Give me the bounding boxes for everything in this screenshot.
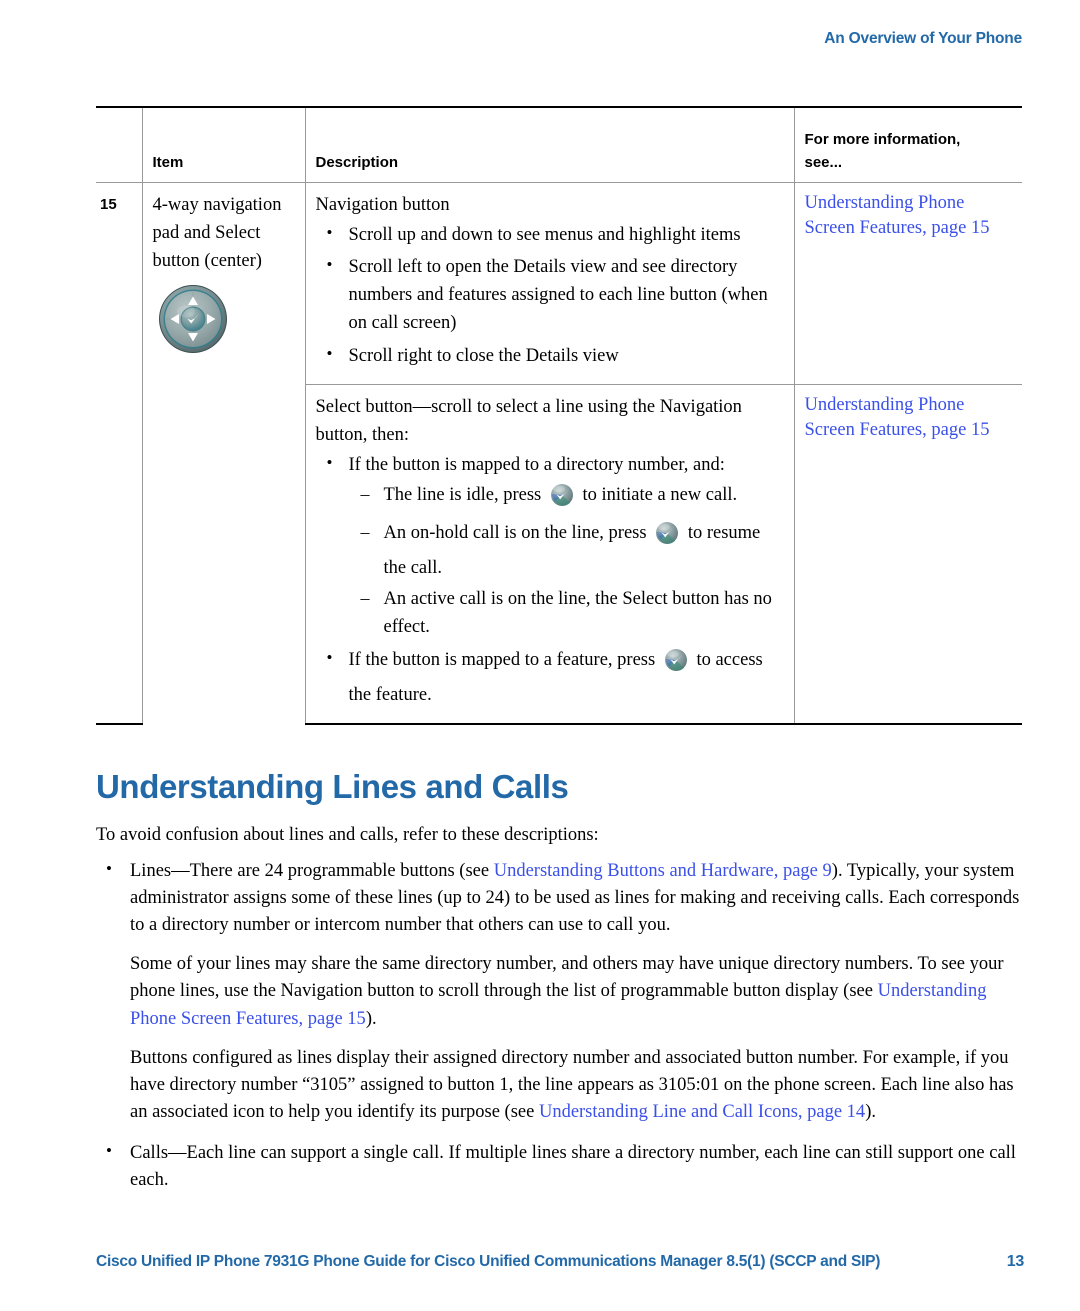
list-item: Calls—Each line can support a single cal… bbox=[96, 1139, 1026, 1194]
paragraph: Calls—Each line can support a single cal… bbox=[130, 1140, 1026, 1194]
select-button-icon bbox=[664, 648, 688, 681]
cross-reference-link[interactable]: Understanding Phone Screen Features, pag… bbox=[805, 393, 1011, 443]
column-header-more-information: For more information, see... bbox=[793, 106, 1022, 183]
running-header: An Overview of Your Phone bbox=[824, 30, 1022, 47]
list-item: An on-hold call is on the line, press bbox=[349, 519, 782, 582]
text-run: ). bbox=[365, 1008, 377, 1029]
select-button-icon bbox=[655, 521, 679, 554]
cross-reference-link[interactable]: Understanding Buttons and Hardware, page… bbox=[494, 861, 832, 881]
column-header-description: Description bbox=[304, 106, 794, 183]
more-info-header-line1: For more information, bbox=[804, 131, 961, 149]
sub-item-text-pre: The line is idle, press bbox=[383, 484, 542, 505]
description-cell: Navigation button Scroll up and down to … bbox=[304, 182, 794, 385]
list-item: Lines—There are 24 programmable buttons … bbox=[96, 857, 1026, 1126]
description-lead: Select button—scroll to select a line us… bbox=[315, 396, 742, 445]
list-item-text-pre: If the button is mapped to a feature, pr… bbox=[348, 649, 656, 670]
list-item: Scroll up and down to see menus and high… bbox=[316, 220, 782, 249]
description-sub-bullet-list: The line is idle, press bbox=[349, 481, 782, 642]
paragraph: Some of your lines may share the same di… bbox=[130, 951, 1026, 1032]
section-body: To avoid confusion about lines and calls… bbox=[96, 822, 1026, 1194]
cross-reference-page: page 15 bbox=[931, 419, 990, 440]
table-row: 15 4-way navigation pad and Select butto… bbox=[96, 182, 1022, 724]
footer-document-title: Cisco Unified IP Phone 7931G Phone Guide… bbox=[96, 1253, 881, 1270]
section-bullet-list: Lines—There are 24 programmable buttons … bbox=[96, 857, 1026, 1194]
list-item-text: If the button is mapped to a directory n… bbox=[348, 454, 725, 475]
more-info-header-line2: see... bbox=[804, 154, 843, 172]
sub-item-text-pre: An active call is on the line, the Selec… bbox=[383, 589, 772, 638]
paragraph: Buttons configured as lines display thei… bbox=[130, 1045, 1026, 1126]
text-run: Some of your lines may share the same di… bbox=[130, 954, 1004, 1002]
sub-item-text-post: to initiate a new call. bbox=[582, 484, 738, 505]
description-bullet-list: If the button is mapped to a directory n… bbox=[316, 450, 782, 709]
text-run: Calls—Each line can support a single cal… bbox=[130, 1142, 1016, 1191]
more-information-cell: Understanding Phone Screen Features, pag… bbox=[793, 182, 1022, 385]
description-bullet-list: Scroll up and down to see menus and high… bbox=[316, 220, 782, 370]
cross-reference-page: page 15 bbox=[931, 218, 990, 239]
item-label-cell: 4-way navigation pad and Select button (… bbox=[141, 182, 305, 724]
list-item: Scroll left to open the Details view and… bbox=[316, 252, 782, 337]
list-item: If the button is mapped to a directory n… bbox=[316, 450, 782, 642]
list-item: The line is idle, press bbox=[349, 481, 782, 516]
list-item: An active call is on the line, the Selec… bbox=[349, 585, 782, 641]
phone-parts-table: Item Description For more information, s… bbox=[96, 106, 1022, 725]
navigation-pad-icon bbox=[157, 283, 293, 355]
description-lead: Navigation button bbox=[315, 195, 450, 215]
item-number-cell: 15 bbox=[100, 196, 117, 213]
intro-paragraph: To avoid confusion about lines and calls… bbox=[96, 825, 599, 845]
more-information-cell: Understanding Phone Screen Features, pag… bbox=[793, 383, 1022, 725]
column-header-item-number bbox=[96, 106, 142, 183]
cross-reference-link[interactable]: Understanding Phone Screen Features, pag… bbox=[805, 191, 1011, 241]
item-number-cell bbox=[96, 384, 142, 725]
page-title: Understanding Lines and Calls bbox=[96, 768, 569, 805]
sub-item-text-pre: An on-hold call is on the line, press bbox=[383, 523, 647, 544]
list-item: Scroll right to close the Details view bbox=[316, 341, 782, 370]
column-header-item: Item bbox=[141, 106, 305, 183]
text-run: ). bbox=[865, 1101, 876, 1122]
table-header-row: Item Description For more information, s… bbox=[96, 106, 1022, 183]
description-cell: Select button—scroll to select a line us… bbox=[304, 383, 794, 725]
cross-reference-link[interactable]: Understanding Line and Call Icons, page … bbox=[539, 1102, 865, 1122]
item-label-text: 4-way navigation pad and Select button (… bbox=[152, 195, 282, 272]
select-button-icon bbox=[550, 483, 574, 516]
list-item: If the button is mapped to a feature, pr… bbox=[316, 645, 782, 709]
text-run: Lines—There are 24 programmable buttons … bbox=[130, 861, 494, 882]
paragraph: Lines—There are 24 programmable buttons … bbox=[130, 858, 1026, 939]
page-footer: Cisco Unified IP Phone 7931G Phone Guide… bbox=[96, 1253, 1024, 1271]
footer-page-number: 13 bbox=[1006, 1253, 1025, 1270]
